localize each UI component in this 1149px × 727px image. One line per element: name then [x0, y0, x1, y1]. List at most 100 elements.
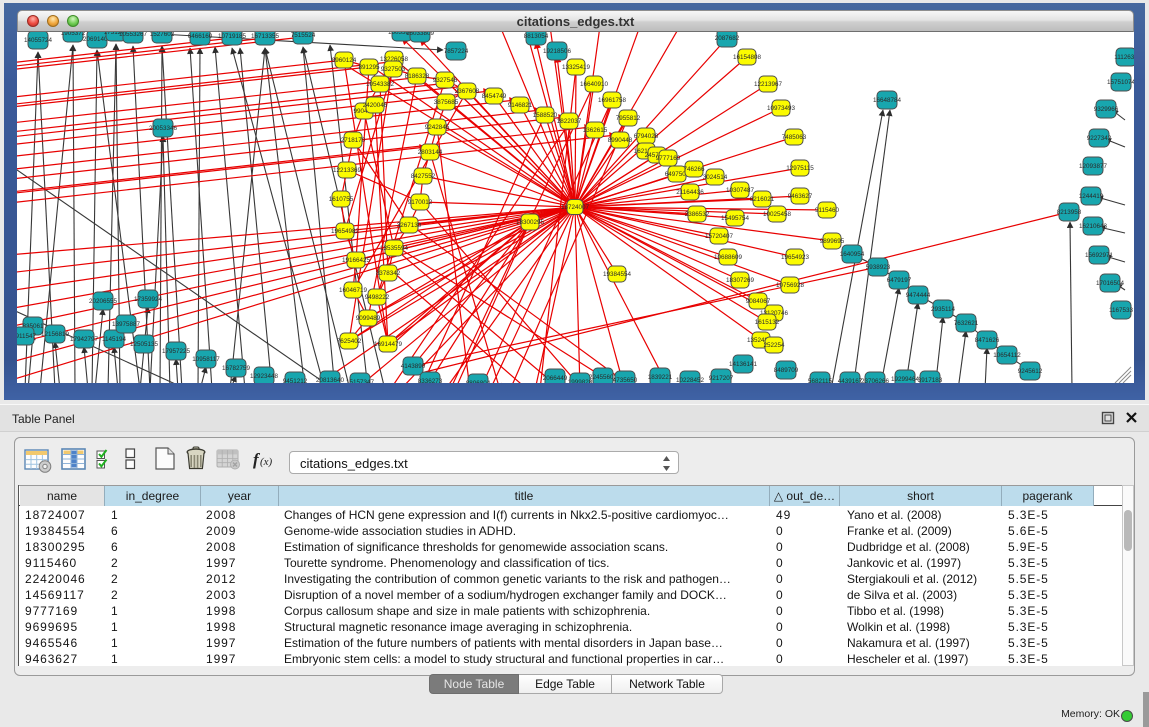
- svg-text:1244419: 1244419: [1079, 193, 1104, 200]
- svg-text:8427552: 8427552: [411, 173, 436, 180]
- svg-text:9170012: 9170012: [408, 199, 433, 206]
- svg-text:1999828: 1999828: [568, 379, 593, 383]
- svg-text:16640910: 16640910: [580, 81, 609, 88]
- svg-text:10719185: 10719185: [218, 33, 247, 40]
- svg-text:2087682: 2087682: [715, 35, 740, 42]
- svg-text:9327503: 9327503: [381, 66, 406, 73]
- svg-text:2420046: 2420046: [363, 102, 388, 109]
- svg-text:16210643: 16210643: [1079, 223, 1108, 230]
- svg-text:13325419: 13325419: [562, 64, 591, 71]
- svg-text:12213967: 12213967: [754, 81, 783, 88]
- svg-text:13535594: 13535594: [380, 245, 409, 252]
- svg-text:21164436: 21164436: [676, 189, 704, 196]
- svg-text:1362615: 1362615: [583, 127, 608, 134]
- svg-text:8378342: 8378342: [376, 270, 401, 277]
- svg-text:14055724: 14055724: [24, 37, 53, 44]
- svg-text:9498222: 9498222: [365, 294, 390, 301]
- svg-text:15157347: 15157347: [346, 379, 375, 383]
- svg-text:12213369: 12213369: [333, 167, 362, 174]
- svg-text:8806804: 8806804: [466, 380, 491, 383]
- svg-text:10025458: 10025458: [763, 211, 792, 218]
- svg-text:10543382: 10543382: [366, 81, 395, 88]
- svg-text:9899695: 9899695: [820, 238, 845, 245]
- svg-text:2718170: 2718170: [341, 137, 366, 144]
- svg-text:9146821: 9146821: [508, 102, 533, 109]
- svg-text:746266: 746266: [683, 166, 705, 173]
- svg-text:17016504: 17016504: [1096, 280, 1125, 287]
- svg-text:7632621: 7632621: [954, 320, 979, 327]
- svg-text:16782759: 16782759: [222, 365, 251, 372]
- svg-text:6466160: 6466160: [188, 33, 213, 40]
- svg-text:12156819: 12156819: [41, 331, 70, 338]
- svg-text:9474444: 9474444: [906, 292, 931, 299]
- svg-text:10553267: 10553267: [119, 32, 148, 38]
- svg-text:15751074: 15751074: [1107, 79, 1134, 86]
- svg-text:2367608: 2367608: [455, 88, 480, 95]
- svg-text:3875685: 3875685: [434, 99, 459, 106]
- svg-text:19654982: 19654982: [331, 228, 360, 235]
- svg-text:16914479: 16914479: [374, 341, 403, 348]
- svg-text:19654923: 19654923: [781, 254, 810, 261]
- svg-text:20813640: 20813640: [316, 377, 345, 383]
- svg-text:10654112: 10654112: [993, 352, 1021, 359]
- svg-text:3024514: 3024514: [703, 174, 728, 181]
- svg-text:12975115: 12975115: [786, 165, 814, 172]
- svg-text:9329966: 9329966: [1094, 106, 1119, 113]
- svg-text:1112633: 1112633: [1114, 54, 1134, 61]
- svg-text:1145194: 1145194: [102, 336, 127, 343]
- svg-text:8471626: 8471626: [975, 337, 1000, 344]
- svg-text:9227342: 9227342: [1087, 135, 1112, 142]
- svg-text:2386532: 2386532: [685, 211, 710, 218]
- svg-text:23706266: 23706266: [861, 378, 890, 383]
- svg-text:15495754: 15495754: [721, 215, 750, 222]
- svg-text:13975887: 13975887: [112, 321, 141, 328]
- svg-text:12923448: 12923448: [250, 373, 279, 380]
- svg-text:19299464: 19299464: [891, 376, 920, 383]
- svg-text:15692971: 15692971: [1085, 252, 1114, 259]
- svg-text:6479197: 6479197: [887, 277, 912, 284]
- svg-text:9451212: 9451212: [283, 378, 308, 383]
- svg-text:14136141: 14136141: [729, 361, 758, 368]
- svg-text:10958117: 10958117: [192, 356, 220, 363]
- svg-text:20206555: 20206555: [89, 298, 118, 305]
- svg-text:1588520: 1588520: [533, 112, 558, 119]
- svg-text:1167533: 1167533: [1109, 307, 1134, 314]
- svg-text:18307269: 18307269: [726, 277, 755, 284]
- svg-text:3911547: 3911547: [17, 333, 37, 340]
- svg-text:9777169: 9777169: [656, 155, 681, 162]
- svg-text:8336273: 8336273: [418, 378, 443, 383]
- svg-text:3267130: 3267130: [397, 222, 422, 229]
- svg-text:17957225: 17957225: [162, 348, 191, 355]
- svg-text:18300295: 18300295: [516, 219, 545, 226]
- svg-text:4735650: 4735650: [613, 377, 638, 383]
- svg-text:19218506: 19218506: [543, 48, 572, 55]
- svg-text:7625402: 7625402: [337, 338, 362, 345]
- svg-text:9327546: 9327546: [433, 77, 458, 84]
- svg-text:10688609: 10688609: [714, 254, 743, 261]
- svg-text:9217207: 9217207: [709, 375, 734, 382]
- svg-text:18724007: 18724007: [561, 204, 590, 211]
- svg-text:8186328: 8186328: [405, 73, 430, 80]
- svg-text:1822037: 1822037: [557, 118, 582, 125]
- svg-text:10307487: 10307487: [726, 187, 755, 194]
- svg-text:3917183: 3917183: [918, 377, 943, 383]
- svg-text:8990448: 8990448: [608, 137, 633, 144]
- svg-text:12093877: 12093877: [1079, 163, 1108, 170]
- svg-text:9245612: 9245612: [1018, 368, 1043, 375]
- svg-text:17942797: 17942797: [70, 336, 99, 343]
- svg-text:(x): (x): [260, 456, 273, 468]
- svg-text:8489709: 8489709: [774, 367, 799, 374]
- svg-text:12505135: 12505135: [130, 341, 159, 348]
- svg-text:16154808: 16154808: [733, 54, 762, 61]
- svg-text:16648784: 16648784: [873, 97, 902, 104]
- svg-text:20053346: 20053346: [149, 125, 178, 132]
- svg-text:891295: 891295: [358, 64, 380, 71]
- svg-text:7955812: 7955812: [616, 115, 641, 122]
- svg-text:4439167: 4439167: [838, 378, 863, 383]
- svg-text:7857224: 7857224: [444, 48, 469, 55]
- svg-text:9463627: 9463627: [788, 193, 813, 200]
- svg-text:10756928: 10756928: [776, 282, 805, 289]
- svg-text:4143890: 4143890: [401, 363, 426, 370]
- svg-text:10973493: 10973493: [767, 105, 796, 112]
- svg-text:2935114: 2935114: [931, 306, 956, 313]
